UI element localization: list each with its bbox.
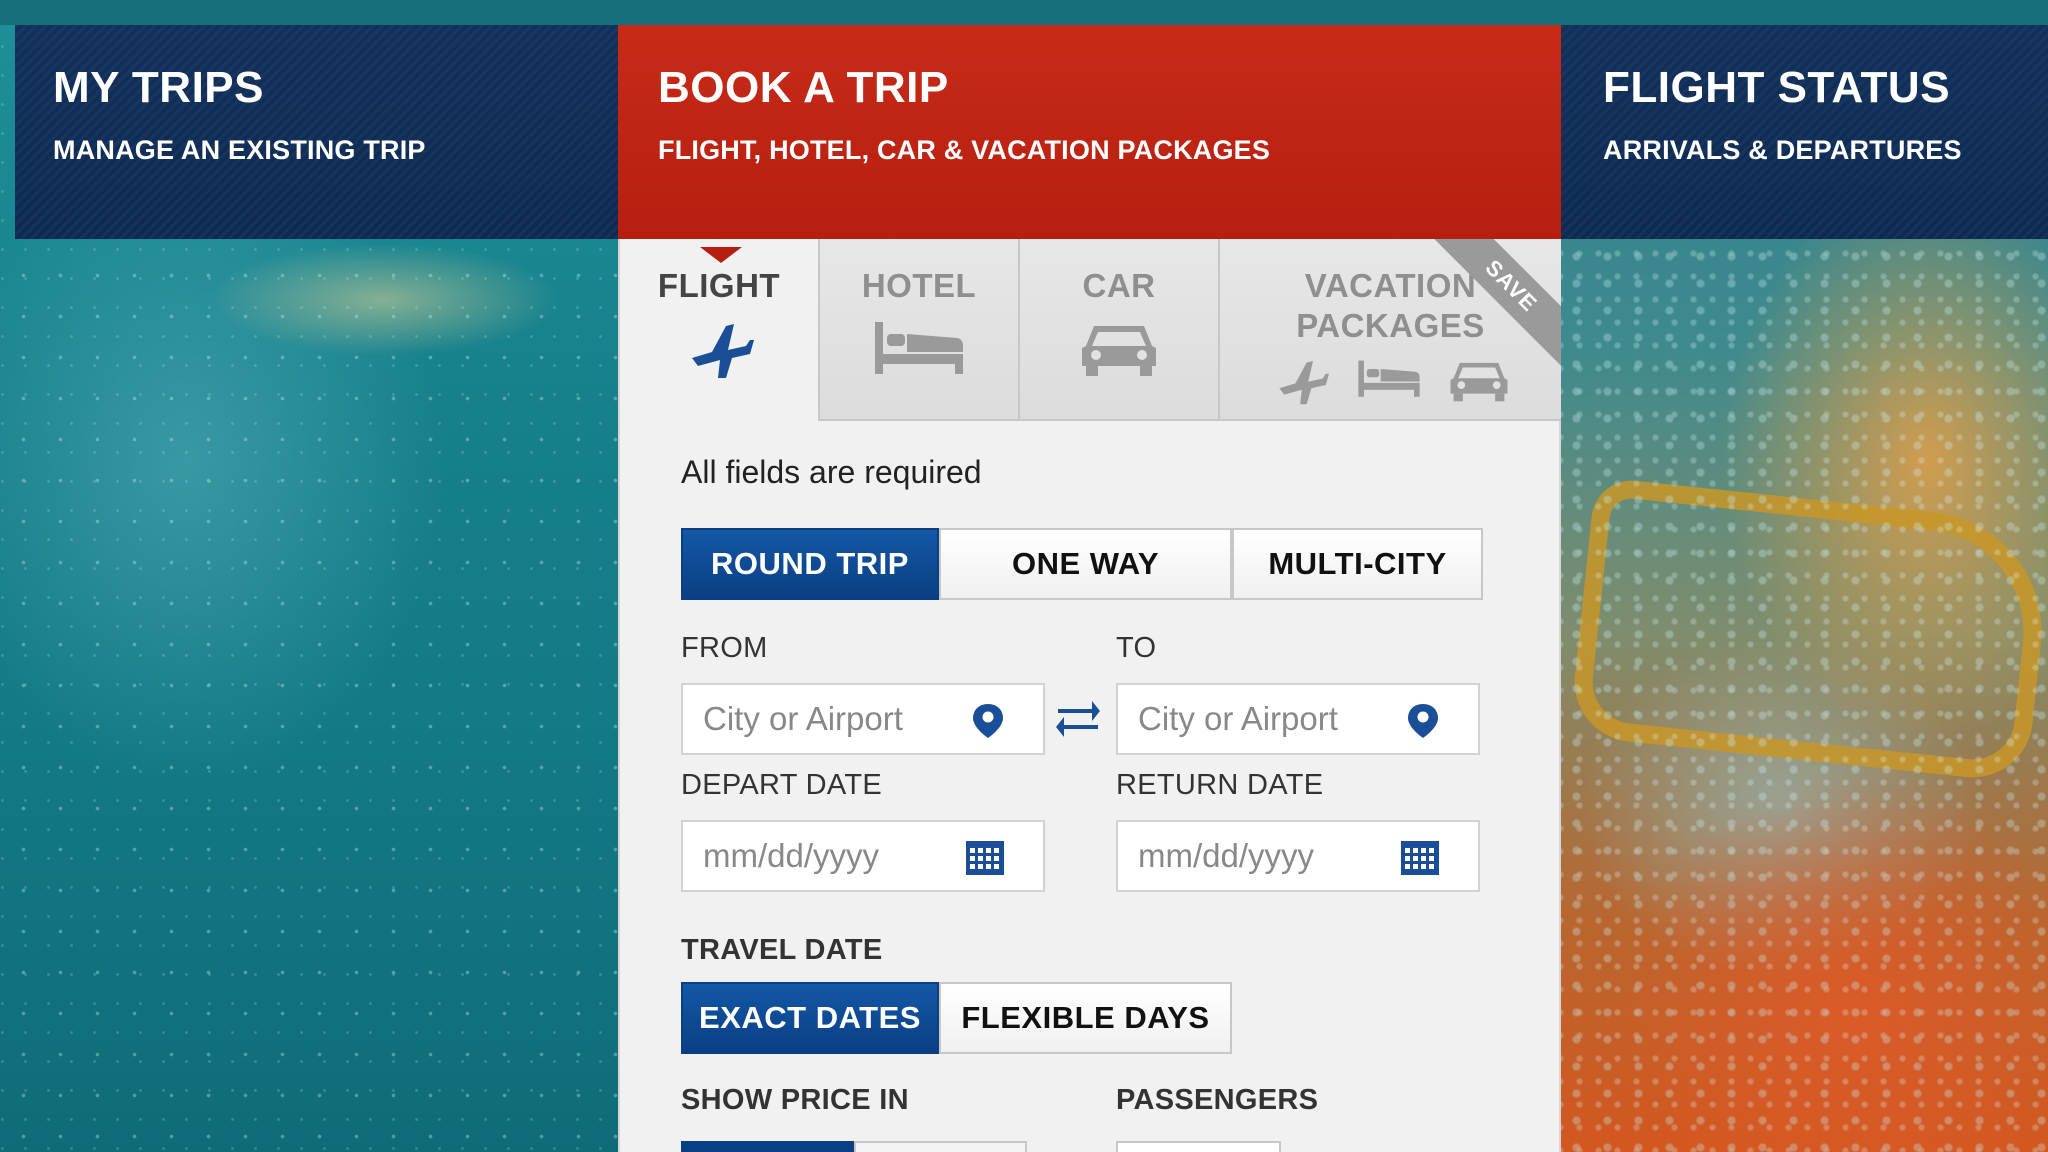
nav-tab-title: MY TRIPS (53, 63, 265, 112)
travel-date-label: TRAVEL DATE (681, 934, 883, 966)
nav-tab-book-a-trip[interactable]: BOOK A TRIP FLIGHT, HOTEL, CAR & VACATIO… (618, 25, 1561, 239)
depart-date-label: DEPART DATE (681, 769, 882, 801)
one-way-button[interactable]: ONE WAY (939, 528, 1232, 600)
swap-airports-icon[interactable] (1054, 695, 1102, 739)
bed-icon (1357, 360, 1420, 397)
to-field[interactable] (1116, 683, 1480, 755)
from-label: FROM (681, 632, 768, 664)
depart-date-input[interactable] (703, 822, 963, 890)
required-fields-note: All fields are required (681, 454, 982, 490)
top-nav: MY TRIPS MANAGE AN EXISTING TRIP BOOK A … (0, 25, 2048, 239)
calendar-icon (1401, 841, 1439, 875)
return-date-field[interactable] (1116, 820, 1480, 892)
tab-flight[interactable]: FLIGHT (620, 239, 820, 421)
return-date-input[interactable] (1138, 822, 1398, 890)
price-miles-button[interactable] (854, 1141, 1027, 1152)
car-icon (1450, 362, 1507, 402)
multi-city-button[interactable]: MULTI-CITY (1232, 528, 1483, 600)
nav-tab-subtitle: FLIGHT, HOTEL, CAR & VACATION PACKAGES (658, 135, 1271, 165)
location-pin-icon (1408, 704, 1438, 738)
tab-label: FLIGHT (657, 267, 781, 304)
bed-icon (875, 322, 963, 374)
nav-tab-my-trips[interactable]: MY TRIPS MANAGE AN EXISTING TRIP (15, 25, 618, 239)
airplane-icon (692, 324, 754, 378)
tab-label: HOTEL (861, 267, 977, 304)
return-date-label: RETURN DATE (1116, 769, 1324, 801)
depart-date-field[interactable] (681, 820, 1045, 892)
nav-tab-subtitle: MANAGE AN EXISTING TRIP (53, 135, 426, 165)
tab-vacation-packages[interactable]: SAVE VACATION PACKAGES (1220, 239, 1561, 421)
product-tabs: FLIGHT HOTEL CAR SAVE VACATION PACKAGES (620, 239, 1561, 421)
passengers-select[interactable] (1116, 1141, 1281, 1152)
tab-car[interactable]: CAR (1020, 239, 1220, 421)
location-pin-icon (973, 704, 1003, 738)
car-icon (1082, 326, 1156, 376)
price-currency-button[interactable] (681, 1141, 854, 1152)
booking-panel: FLIGHT HOTEL CAR SAVE VACATION PACKAGES … (618, 239, 1561, 1152)
nav-tab-subtitle: ARRIVALS & DEPARTURES (1603, 135, 1962, 165)
from-field[interactable] (681, 683, 1045, 755)
passengers-label: PASSENGERS (1116, 1084, 1319, 1116)
airplane-icon (1278, 361, 1329, 405)
top-strip (0, 0, 2048, 25)
nav-tab-flight-status[interactable]: FLIGHT STATUS ARRIVALS & DEPARTURES (1561, 25, 2048, 239)
round-trip-button[interactable]: ROUND TRIP (681, 528, 939, 600)
flexible-days-button[interactable]: FLEXIBLE DAYS (939, 982, 1232, 1054)
active-tab-indicator (700, 247, 742, 263)
tab-hotel[interactable]: HOTEL (820, 239, 1020, 421)
to-input[interactable] (1138, 685, 1398, 753)
nav-tab-title: FLIGHT STATUS (1603, 63, 1951, 112)
show-price-in-label: SHOW PRICE IN (681, 1084, 909, 1116)
nav-tab-title: BOOK A TRIP (658, 63, 949, 112)
package-icons (1220, 356, 1561, 406)
tab-label: CAR (1082, 267, 1156, 304)
exact-dates-button[interactable]: EXACT DATES (681, 982, 939, 1054)
to-label: TO (1116, 632, 1157, 664)
from-input[interactable] (703, 685, 963, 753)
calendar-icon (966, 841, 1004, 875)
